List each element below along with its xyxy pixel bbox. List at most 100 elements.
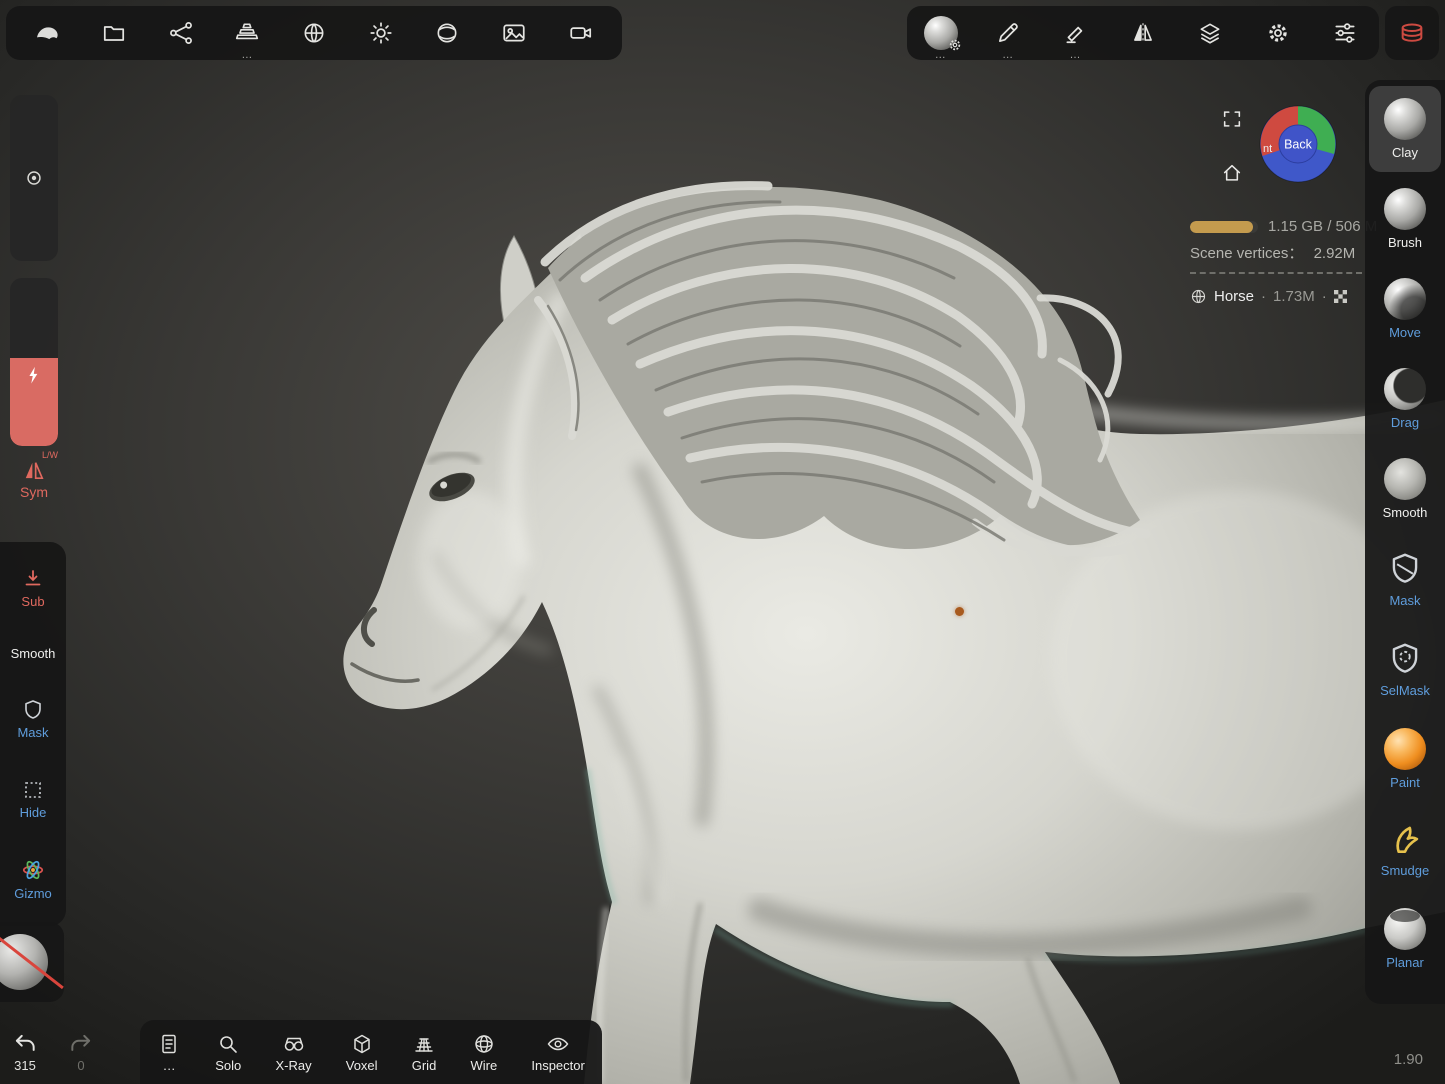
- wire-globe-icon: [472, 1032, 496, 1056]
- inspector-toggle[interactable]: Inspector: [531, 1032, 584, 1073]
- tool-label: Paint: [1390, 775, 1420, 790]
- solo-toggle[interactable]: Solo: [215, 1032, 241, 1073]
- shield-icon: [1386, 550, 1424, 588]
- memory-stats: 1.15 GB / 506 M: [1190, 218, 1377, 235]
- sphere-grid-icon: [1190, 288, 1207, 305]
- tool-label: Move: [1389, 325, 1421, 340]
- history-stack-icon: [1398, 19, 1426, 47]
- tool-label: Clay: [1392, 145, 1418, 160]
- symmetry-toggle[interactable]: L/W Sym: [8, 450, 60, 500]
- undo-count: 315: [14, 1058, 36, 1073]
- arrow-down-sub-icon: [21, 567, 45, 591]
- redo-icon: [68, 1031, 94, 1057]
- redo-count: 0: [77, 1058, 84, 1073]
- nav-partial-label: nt: [1263, 143, 1272, 155]
- drag-sphere-icon: [1384, 368, 1426, 410]
- stroke-more-dots: …: [1002, 50, 1014, 60]
- radius-dot-icon: [23, 167, 45, 189]
- sub-toggle[interactable]: Sub: [21, 567, 45, 609]
- smooth-mode-label[interactable]: Smooth: [11, 646, 56, 661]
- lighting-icon[interactable]: [347, 6, 414, 60]
- layers-icon[interactable]: [1177, 6, 1244, 60]
- intensity-slider[interactable]: [10, 278, 58, 446]
- tool-selmask[interactable]: SelMask: [1369, 626, 1441, 712]
- tool-clay[interactable]: Clay: [1369, 86, 1441, 172]
- brush-cursor-dot: [955, 607, 964, 616]
- notebook-icon: [157, 1032, 181, 1056]
- hide-label: Hide: [20, 805, 47, 820]
- xray-toggle[interactable]: X-Ray: [275, 1032, 311, 1073]
- tool-label: Mask: [1389, 593, 1420, 608]
- dashed-square-icon: [21, 778, 45, 802]
- redo-button[interactable]: 0: [68, 1031, 94, 1073]
- filters-sliders-icon[interactable]: [1312, 6, 1379, 60]
- files-icon[interactable]: [81, 6, 148, 60]
- tool-smudge[interactable]: Smudge: [1369, 806, 1441, 892]
- camera-icon[interactable]: [547, 6, 614, 60]
- home-icon[interactable]: [1221, 162, 1243, 189]
- tool-drag[interactable]: Drag: [1369, 356, 1441, 442]
- smudge-finger-icon: [1386, 820, 1424, 858]
- scene-vertices: Scene vertices： 2.92M: [1190, 242, 1355, 263]
- tool-label: Brush: [1388, 235, 1422, 250]
- tool-move[interactable]: Move: [1369, 266, 1441, 352]
- grid-toggle[interactable]: Grid: [412, 1032, 437, 1073]
- stroke-pencil-icon[interactable]: …: [974, 6, 1041, 60]
- settings-gear-icon[interactable]: [1244, 6, 1311, 60]
- topology-icon[interactable]: [281, 6, 348, 60]
- tool-label: Smudge: [1381, 863, 1429, 878]
- scene-vertices-value: 2.92M: [1314, 245, 1356, 262]
- fullscreen-icon[interactable]: [1221, 108, 1243, 135]
- goggles-icon: [282, 1032, 306, 1056]
- move-sphere-icon: [1384, 278, 1426, 320]
- stamp-icon[interactable]: …: [1042, 6, 1109, 60]
- tool-mask[interactable]: Mask: [1369, 536, 1441, 622]
- material-ball-icon[interactable]: …: [907, 6, 974, 60]
- app-logo[interactable]: [14, 6, 81, 60]
- mask-label: Mask: [17, 725, 48, 740]
- stats-separator: [1190, 272, 1362, 274]
- object-vertices: 1.73M: [1273, 288, 1315, 305]
- dot-separator: ·: [1261, 288, 1266, 305]
- matcap-disabled-button[interactable]: [0, 922, 64, 1002]
- cube-icon: [350, 1032, 374, 1056]
- tool-planar[interactable]: Planar: [1369, 896, 1441, 982]
- object-row[interactable]: Horse · 1.73M ·: [1190, 288, 1347, 305]
- clay-sphere-icon: [1384, 98, 1426, 140]
- top-left-toolbar: …: [6, 6, 622, 60]
- brush-sphere-icon: [1384, 188, 1426, 230]
- gizmo-label: Gizmo: [14, 886, 52, 901]
- history-button[interactable]: [1385, 6, 1439, 60]
- gizmo-button[interactable]: Gizmo: [14, 857, 52, 901]
- sym-triangles-icon: [19, 460, 49, 482]
- eye-icon: [546, 1032, 570, 1056]
- background-image-icon[interactable]: [481, 6, 548, 60]
- scene-vertices-label: Scene vertices：: [1190, 245, 1303, 262]
- mask-button[interactable]: Mask: [17, 698, 48, 740]
- undo-button[interactable]: 315: [12, 1031, 38, 1073]
- symmetry-icon[interactable]: [1109, 6, 1176, 60]
- environment-icon[interactable]: [414, 6, 481, 60]
- xray-label: X-Ray: [275, 1058, 311, 1073]
- tool-paint[interactable]: Paint: [1369, 716, 1441, 802]
- radius-slider[interactable]: [10, 95, 58, 261]
- hide-button[interactable]: Hide: [20, 778, 47, 820]
- tool-smooth[interactable]: Smooth: [1369, 446, 1441, 532]
- magnifier-icon: [216, 1032, 240, 1056]
- tool-brush[interactable]: Brush: [1369, 176, 1441, 262]
- tool-label: SelMask: [1380, 683, 1430, 698]
- voxel-label: Voxel: [346, 1058, 378, 1073]
- scene-list-button[interactable]: …: [157, 1032, 181, 1073]
- material-more-dots: …: [935, 50, 947, 60]
- tool-label: Drag: [1391, 415, 1419, 430]
- paint-sphere-icon: [1384, 728, 1426, 770]
- scene-graph-icon[interactable]: [147, 6, 214, 60]
- wire-label: Wire: [470, 1058, 497, 1073]
- tool-next-partial[interactable]: [1369, 986, 1441, 1004]
- wire-toggle[interactable]: Wire: [470, 1032, 497, 1073]
- shield-icon: [21, 698, 45, 722]
- orientation-nav-ball[interactable]: Back nt: [1258, 104, 1338, 184]
- bake-icon[interactable]: …: [214, 6, 281, 60]
- voxel-toggle[interactable]: Voxel: [346, 1032, 378, 1073]
- bake-more-dots: …: [241, 50, 253, 60]
